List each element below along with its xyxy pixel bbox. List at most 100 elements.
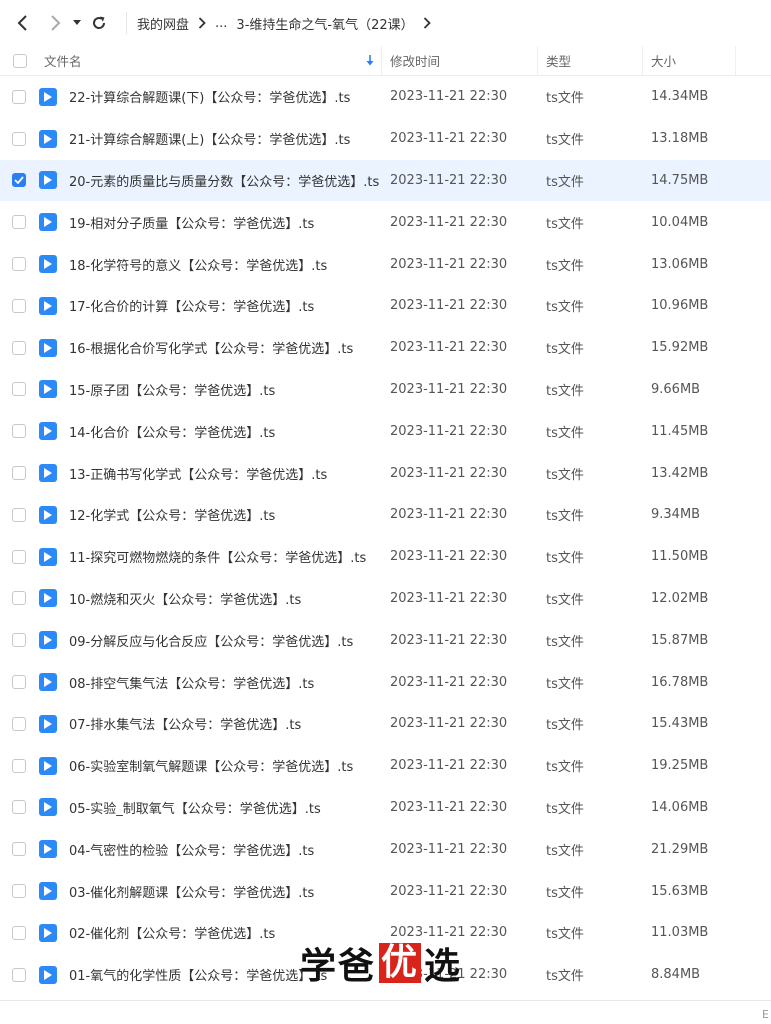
file-name[interactable]: 17-化合价的计算【公众号：学爸优选】.ts [69, 285, 314, 327]
column-header-modified[interactable]: 修改时间 [390, 46, 440, 75]
file-row[interactable]: 19-相对分子质量【公众号：学爸优选】.ts 2023-11-21 22:30 … [0, 201, 771, 243]
file-name[interactable]: 20-元素的质量比与质量分数【公众号：学爸优选】.ts [69, 160, 379, 202]
file-size: 21.29MB [651, 841, 709, 857]
file-name[interactable]: 19-相对分子质量【公众号：学爸优选】.ts [69, 201, 314, 243]
row-checkbox[interactable] [12, 298, 26, 313]
row-checkbox[interactable] [12, 340, 26, 355]
file-name[interactable]: 03-催化剂解题课【公众号：学爸优选】.ts [69, 870, 314, 912]
file-row[interactable]: 16-根据化合价写化学式【公众号：学爸优选】.ts 2023-11-21 22:… [0, 327, 771, 369]
file-name[interactable]: 11-探究可燃物燃烧的条件【公众号：学爸优选】.ts [69, 536, 366, 578]
row-checkbox[interactable] [12, 925, 26, 940]
file-row[interactable]: 09-分解反应与化合反应【公众号：学爸优选】.ts 2023-11-21 22:… [0, 619, 771, 661]
file-modified-time: 2023-11-21 22:30 [390, 89, 508, 105]
row-checkbox-cell [12, 661, 26, 703]
row-checkbox[interactable] [12, 89, 26, 104]
file-name[interactable]: 18-化学符号的意义【公众号：学爸优选】.ts [69, 243, 327, 285]
column-header-size[interactable]: 大小 [651, 46, 676, 75]
file-name[interactable]: 05-实验_制取氧气【公众号：学爸优选】.ts [69, 787, 321, 829]
forward-button[interactable] [42, 10, 68, 36]
column-header-type[interactable]: 类型 [546, 46, 571, 75]
file-row[interactable]: 18-化学符号的意义【公众号：学爸优选】.ts 2023-11-21 22:30… [0, 243, 771, 285]
file-size: 13.18MB [651, 131, 709, 147]
row-checkbox[interactable] [12, 257, 26, 272]
file-icon-cell [39, 160, 57, 202]
file-row[interactable]: 07-排水集气法【公众号：学爸优选】.ts 2023-11-21 22:30 t… [0, 703, 771, 745]
file-name[interactable]: 09-分解反应与化合反应【公众号：学爸优选】.ts [69, 619, 353, 661]
select-all-checkbox[interactable] [13, 53, 27, 68]
row-checkbox[interactable] [12, 215, 26, 230]
file-modified-time: 2023-11-21 22:30 [390, 131, 508, 147]
video-file-play-icon [39, 840, 57, 859]
column-divider [381, 46, 382, 75]
file-row[interactable]: 08-排空气集气法【公众号：学爸优选】.ts 2023-11-21 22:30 … [0, 661, 771, 703]
breadcrumb-current[interactable]: 3-维持生命之气-氧气（22课） [236, 14, 413, 33]
file-type: ts文件 [546, 551, 584, 567]
row-checkbox-cell [12, 327, 26, 369]
file-row[interactable]: 11-探究可燃物燃烧的条件【公众号：学爸优选】.ts 2023-11-21 22… [0, 536, 771, 578]
file-row[interactable]: 14-化合价【公众号：学爸优选】.ts 2023-11-21 22:30 ts文… [0, 410, 771, 452]
row-checkbox[interactable] [12, 382, 26, 397]
file-row[interactable]: 17-化合价的计算【公众号：学爸优选】.ts 2023-11-21 22:30 … [0, 285, 771, 327]
file-row[interactable]: 12-化学式【公众号：学爸优选】.ts 2023-11-21 22:30 ts文… [0, 494, 771, 536]
toolbar-divider [126, 12, 127, 34]
video-file-play-icon [39, 923, 57, 942]
file-row[interactable]: 15-原子团【公众号：学爸优选】.ts 2023-11-21 22:30 ts文… [0, 369, 771, 411]
file-name[interactable]: 12-化学式【公众号：学爸优选】.ts [69, 494, 275, 536]
file-row[interactable]: 13-正确书写化学式【公众号：学爸优选】.ts 2023-11-21 22:30… [0, 452, 771, 494]
file-modified-time: 2023-11-21 22:30 [390, 381, 508, 397]
file-name[interactable]: 13-正确书写化学式【公众号：学爸优选】.ts [69, 452, 327, 494]
file-row[interactable]: 06-实验室制氧气解题课【公众号：学爸优选】.ts 2023-11-21 22:… [0, 745, 771, 787]
row-checkbox[interactable] [12, 967, 26, 982]
file-name[interactable]: 06-实验室制氧气解题课【公众号：学爸优选】.ts [69, 745, 353, 787]
row-checkbox[interactable] [12, 424, 26, 439]
row-checkbox[interactable] [12, 466, 26, 481]
chevron-right-icon [51, 15, 61, 31]
sort-icon[interactable] [366, 46, 374, 75]
file-type: ts文件 [546, 843, 584, 859]
row-checkbox[interactable] [12, 173, 26, 188]
row-checkbox-cell [12, 494, 26, 536]
file-icon-cell [39, 285, 57, 327]
file-name[interactable]: 04-气密性的检验【公众号：学爸优选】.ts [69, 828, 314, 870]
row-checkbox[interactable] [12, 633, 26, 648]
file-name[interactable]: 10-燃烧和灭火【公众号：学爸优选】.ts [69, 578, 301, 620]
file-row[interactable]: 10-燃烧和灭火【公众号：学爸优选】.ts 2023-11-21 22:30 t… [0, 578, 771, 620]
file-name[interactable]: 16-根据化合价写化学式【公众号：学爸优选】.ts [69, 327, 353, 369]
file-row[interactable]: 21-计算综合解题课(上)【公众号：学爸优选】.ts 2023-11-21 22… [0, 118, 771, 160]
file-row[interactable]: 05-实验_制取氧气【公众号：学爸优选】.ts 2023-11-21 22:30… [0, 787, 771, 829]
breadcrumb-root[interactable]: 我的网盘 [137, 14, 189, 33]
file-name[interactable]: 14-化合价【公众号：学爸优选】.ts [69, 410, 275, 452]
column-header-name[interactable]: 文件名 [44, 46, 82, 75]
file-type: ts文件 [546, 174, 584, 190]
file-name[interactable]: 08-排空气集气法【公众号：学爸优选】.ts [69, 661, 314, 703]
row-checkbox[interactable] [12, 842, 26, 857]
row-checkbox[interactable] [12, 591, 26, 606]
file-icon-cell [39, 536, 57, 578]
file-name[interactable]: 22-计算综合解题课(下)【公众号：学爸优选】.ts [69, 76, 350, 118]
refresh-button[interactable] [86, 10, 112, 36]
file-name[interactable]: 15-原子团【公众号：学爸优选】.ts [69, 369, 275, 411]
file-icon-cell [39, 410, 57, 452]
row-checkbox[interactable] [12, 800, 26, 815]
row-checkbox[interactable] [12, 758, 26, 773]
file-modified-time: 2023-11-21 22:30 [390, 340, 508, 356]
file-row[interactable]: 03-催化剂解题课【公众号：学爸优选】.ts 2023-11-21 22:30 … [0, 870, 771, 912]
file-name[interactable]: 21-计算综合解题课(上)【公众号：学爸优选】.ts [69, 118, 350, 160]
file-name[interactable]: 07-排水集气法【公众号：学爸优选】.ts [69, 703, 301, 745]
file-name[interactable]: 02-催化剂【公众号：学爸优选】.ts [69, 912, 275, 954]
row-checkbox[interactable] [12, 131, 26, 146]
file-row[interactable]: 20-元素的质量比与质量分数【公众号：学爸优选】.ts 2023-11-21 2… [0, 159, 771, 202]
file-size: 19.25MB [651, 758, 709, 774]
file-modified-time: 2023-11-21 22:30 [390, 465, 508, 481]
breadcrumb-ellipsis[interactable]: ... [215, 16, 227, 31]
file-row[interactable]: 04-气密性的检验【公众号：学爸优选】.ts 2023-11-21 22:30 … [0, 828, 771, 870]
file-name[interactable]: 01-氧气的化学性质【公众号：学爸优选】.ts [69, 954, 327, 996]
row-checkbox[interactable] [12, 716, 26, 731]
back-button[interactable] [10, 10, 36, 36]
file-row[interactable]: 22-计算综合解题课(下)【公众号：学爸优选】.ts 2023-11-21 22… [0, 76, 771, 118]
row-checkbox[interactable] [12, 884, 26, 899]
row-checkbox[interactable] [12, 675, 26, 690]
row-checkbox[interactable] [12, 549, 26, 564]
row-checkbox[interactable] [12, 507, 26, 522]
history-dropdown-button[interactable] [70, 10, 84, 36]
